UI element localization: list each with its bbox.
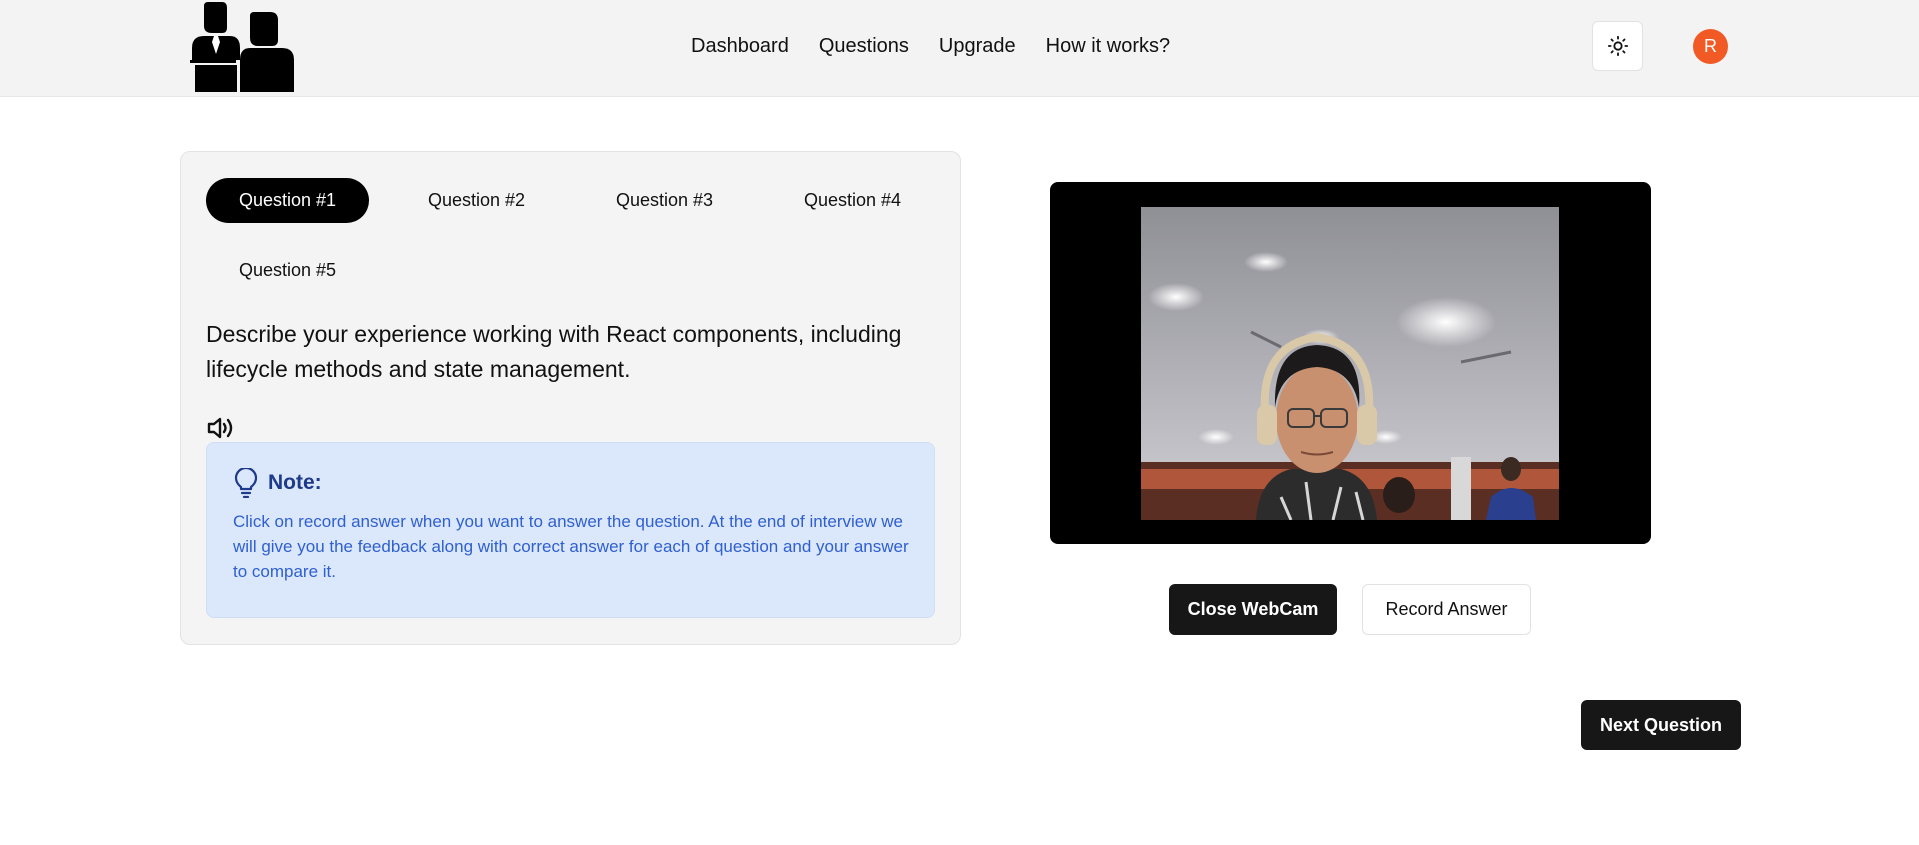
tab-question-2[interactable]: Question #2	[395, 178, 558, 223]
tab-question-5[interactable]: Question #5	[206, 248, 369, 293]
sun-icon	[1607, 35, 1628, 57]
nav-questions[interactable]: Questions	[819, 32, 909, 60]
tab-question-1[interactable]: Question #1	[206, 178, 369, 223]
lightbulb-icon	[234, 468, 258, 498]
speaker-icon[interactable]	[206, 415, 236, 441]
question-card: Question #1 Question #2 Question #3 Ques…	[180, 151, 961, 645]
nav-how-it-works[interactable]: How it works?	[1046, 32, 1170, 60]
tab-question-4[interactable]: Question #4	[771, 178, 934, 223]
note-body: Click on record answer when you want to …	[233, 512, 909, 581]
app-logo[interactable]	[190, 2, 294, 92]
record-answer-button[interactable]: Record Answer	[1362, 584, 1531, 635]
user-avatar[interactable]: R	[1693, 29, 1728, 64]
main-nav: Dashboard Questions Upgrade How it works…	[691, 32, 1200, 60]
note-title: Note:	[268, 471, 322, 494]
note-header: Note:	[234, 468, 322, 498]
webcam-frame	[1050, 182, 1651, 544]
top-header: Dashboard Questions Upgrade How it works…	[0, 0, 1919, 97]
theme-toggle-button[interactable]	[1592, 21, 1643, 71]
tab-question-3[interactable]: Question #3	[583, 178, 746, 223]
note-box: Note: Click on record answer when you wa…	[206, 442, 935, 618]
close-webcam-button[interactable]: Close WebCam	[1169, 584, 1337, 635]
webcam-video	[1141, 207, 1559, 520]
nav-dashboard[interactable]: Dashboard	[691, 32, 789, 60]
question-text: Describe your experience working with Re…	[206, 321, 902, 382]
nav-upgrade[interactable]: Upgrade	[939, 32, 1016, 60]
next-question-button[interactable]: Next Question	[1581, 700, 1741, 750]
